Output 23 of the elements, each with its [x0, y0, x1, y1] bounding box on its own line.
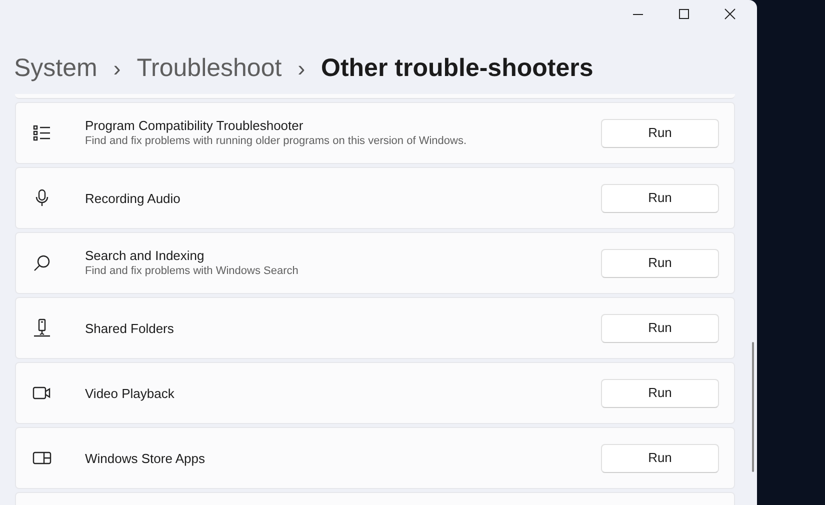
troubleshooter-title: Search and Indexing	[85, 247, 206, 264]
breadcrumb-item[interactable]: System	[14, 50, 98, 86]
network-drive-icon	[32, 318, 52, 338]
breadcrumb-item[interactable]: Troubleshoot	[136, 50, 282, 86]
run-button[interactable]: Run	[601, 184, 719, 212]
run-button[interactable]: Run	[601, 378, 719, 408]
breadcrumb-item: Other trouble-shooters	[321, 53, 594, 84]
troubleshooter-title: Recording Audio	[85, 190, 182, 206]
scrollbar-thumb[interactable]	[752, 342, 754, 472]
troubleshooter-title: Windows Store Apps	[85, 450, 206, 466]
run-button[interactable]: Run	[601, 248, 719, 278]
troubleshooter-title: Shared Folders	[85, 320, 175, 336]
search-icon	[32, 253, 52, 273]
troubleshooter-description: Find and fix problems with Windows Search	[85, 264, 300, 279]
troubleshooter-description: Find and fix problems with running older programs on this version of Windows.	[85, 134, 468, 149]
troubleshooter-title: Program Compatibility Troubleshooter	[85, 117, 304, 134]
troubleshooter-title: Video Playback	[85, 384, 176, 402]
run-button[interactable]: Run	[601, 444, 719, 472]
run-button[interactable]: Run	[601, 314, 719, 342]
breadcrumb-separator: ›	[298, 54, 306, 82]
run-button[interactable]: Run	[601, 118, 719, 148]
list-icon	[32, 123, 52, 143]
breadcrumb-separator: ›	[113, 54, 121, 82]
